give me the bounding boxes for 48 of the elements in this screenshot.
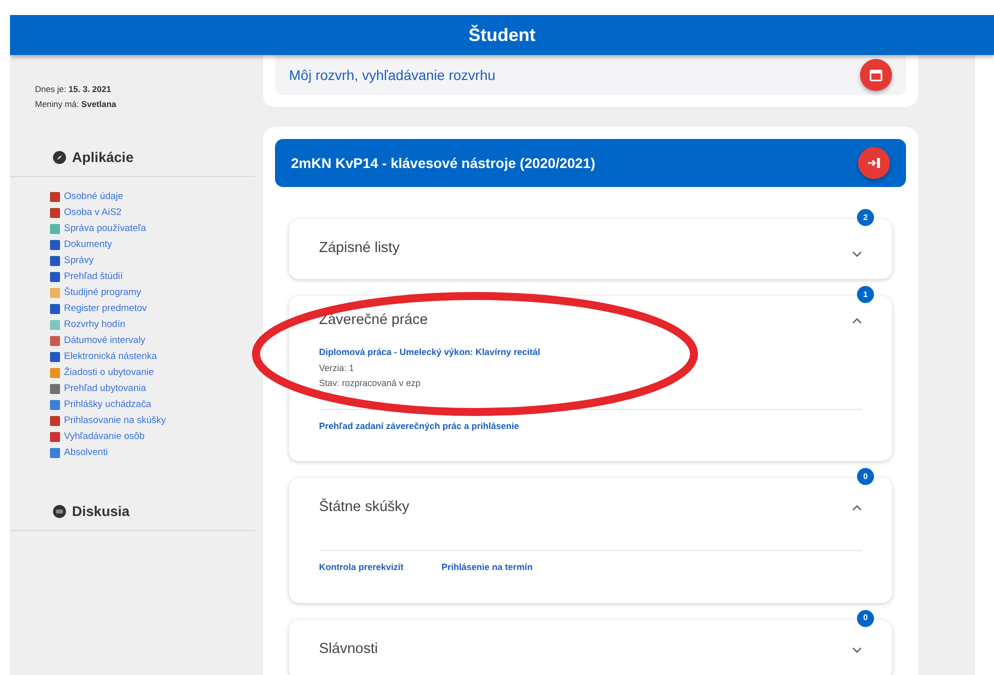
chevron-up-icon[interactable] — [852, 505, 862, 511]
panel-title[interactable]: Záverečné práce — [319, 310, 428, 332]
sidebar-link[interactable]: Vyhľadávanie osôb — [64, 428, 145, 444]
sidebar-link[interactable]: Dokumenty — [64, 236, 112, 252]
panel-link[interactable]: Prihlásenie na termín — [442, 561, 533, 574]
section-heading: Aplikácie — [72, 148, 134, 167]
sidebar-link[interactable]: Prehľad štúdií — [64, 268, 123, 284]
count-badge: 2 — [857, 209, 874, 226]
info-text: Meniny má: Svetlana — [35, 98, 118, 110]
sidebar-link[interactable]: Prihlasovanie na skúšky — [64, 412, 166, 428]
sidebar-link[interactable]: Register predmetov — [64, 300, 147, 316]
sidebar-link[interactable]: Prehľad ubytovania — [64, 380, 146, 396]
state-text: Stav: rozpracovaná v ezp — [319, 377, 422, 390]
section-heading: Diskusia — [72, 502, 130, 520]
sidebar-link[interactable]: Absolventi — [64, 444, 108, 460]
calendar-icon — [869, 68, 883, 82]
panel-title[interactable]: Slávnosti — [319, 638, 378, 660]
compass-icon — [53, 150, 66, 164]
count-badge: 0 — [857, 468, 874, 485]
panel-link[interactable]: Kontrola prerekvizít — [319, 561, 404, 574]
sidebar-link[interactable]: Elektronická nástenka — [64, 348, 157, 364]
study-title: 2mKN KvP14 - klávesové nástroje (2020/2021) — [291, 154, 596, 173]
login-icon — [867, 157, 881, 169]
calendar-button[interactable] — [860, 59, 892, 91]
sidebar-link[interactable]: Dátumové intervaly — [64, 332, 146, 348]
sidebar-link[interactable]: Osobné údaje — [64, 188, 124, 204]
panel-title[interactable]: Zápisné listy — [319, 238, 400, 260]
sidebar-link[interactable]: Osoba v AiS2 — [64, 204, 122, 220]
info-text: Dnes je: 15. 3. 2021 — [35, 83, 112, 96]
sidebar-link[interactable]: Žiadosti o ubytovanie — [64, 364, 154, 380]
chevron-up-icon[interactable] — [852, 318, 862, 324]
thesis-link[interactable]: Diplomová práca - Umelecký výkon: Klavírny recitál — [319, 346, 862, 360]
sidebar-link[interactable]: Správy — [64, 252, 94, 268]
sidebar-link[interactable]: Správa používateľa — [64, 220, 146, 236]
chevron-down-icon[interactable] — [852, 251, 862, 257]
sidebar-link[interactable]: Študijné programy — [64, 284, 142, 300]
count-badge: 1 — [857, 286, 874, 303]
chevron-down-icon[interactable] — [852, 646, 862, 652]
enter-button[interactable] — [858, 147, 890, 179]
schedule-link[interactable]: Môj rozvrh, vyhľadávanie rozvrhu — [289, 64, 496, 86]
page-title: Študent — [10, 15, 994, 55]
panel-link[interactable]: Prehľad zadaní záverečných prác a prihlásenie — [319, 420, 520, 433]
sidebar-link[interactable]: Prihlášky uchádzača — [64, 396, 152, 412]
count-badge: 0 — [857, 610, 874, 626]
chat-icon — [53, 504, 66, 518]
sidebar-link[interactable]: Rozvrhy hodín — [64, 316, 126, 332]
version-text: Verzia: 1 — [319, 362, 356, 374]
panel-title[interactable]: Štátne skúšky — [319, 497, 410, 519]
